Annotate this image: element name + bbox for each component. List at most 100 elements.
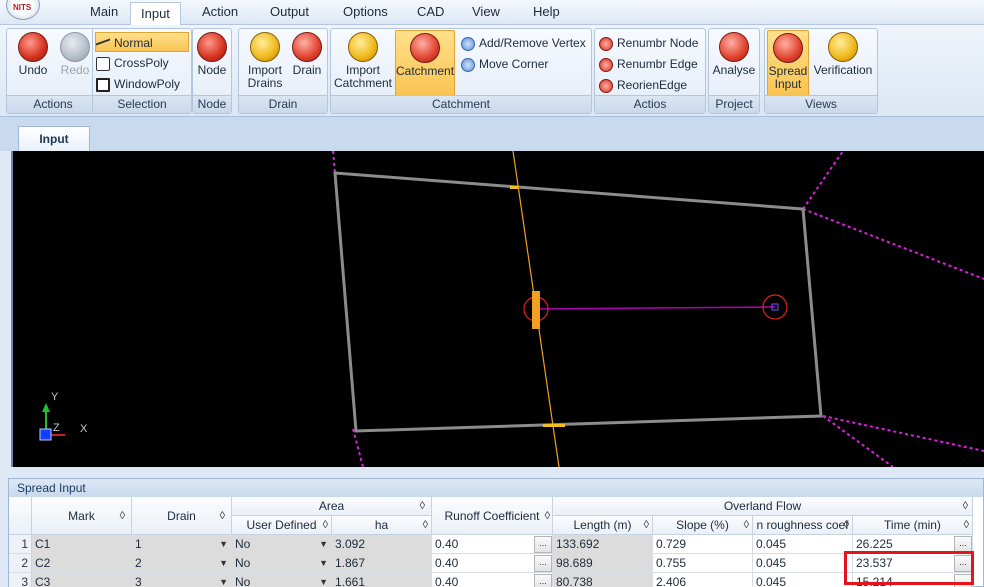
menu-view[interactable]: View <box>470 4 502 19</box>
reorien-edge-button[interactable]: ReorienEdge <box>599 75 687 95</box>
sort-icon[interactable]: ◊ <box>644 516 649 534</box>
sort-icon[interactable]: ◊ <box>545 497 550 535</box>
redo-button[interactable]: Redo <box>55 32 95 77</box>
sort-icon[interactable]: ◊ <box>120 497 125 535</box>
sort-icon[interactable]: ◊ <box>423 516 428 534</box>
header-slope[interactable]: Slope (%) ◊ <box>653 516 753 535</box>
cell-roughness[interactable]: 0.045 <box>753 535 853 554</box>
menu-action[interactable]: Action <box>200 4 240 19</box>
add-remove-vertex-label: Add/Remove Vertex <box>479 36 586 50</box>
cell-drain[interactable]: 3 ▼ <box>132 573 232 587</box>
dropdown-arrow-icon[interactable]: ▼ <box>319 535 328 553</box>
dropdown-arrow-icon[interactable]: ▼ <box>219 535 228 553</box>
node-button[interactable]: Node <box>195 32 229 77</box>
header-roughness[interactable]: n roughness coef ◊ <box>753 516 853 535</box>
tab-input[interactable]: Input <box>18 126 90 151</box>
cell-ha[interactable]: 1.661 <box>332 573 432 587</box>
drain-label: Drain <box>292 63 322 77</box>
cell-mark[interactable]: C1 <box>32 535 132 554</box>
cell-length[interactable]: 98.689 <box>553 554 653 573</box>
move-corner-button[interactable]: Move Corner <box>461 54 548 74</box>
dropdown-arrow-icon[interactable]: ▼ <box>219 573 228 587</box>
analyse-button[interactable]: Analyse <box>711 32 757 77</box>
cad-canvas[interactable]: Y Z X <box>13 151 984 467</box>
redo-label: Redo <box>60 63 90 77</box>
catchment-polygon[interactable] <box>333 171 823 433</box>
import-drains-button[interactable]: Import Drains <box>243 32 287 90</box>
header-mark[interactable]: Mark ◊ <box>32 497 132 535</box>
catchment-icon <box>410 33 440 63</box>
drain-marker-bottom <box>543 424 565 427</box>
cell-ha[interactable]: 3.092 <box>332 535 432 554</box>
ellipsis-button[interactable]: ... <box>534 555 552 572</box>
cell-roughness[interactable]: 0.045 <box>753 573 853 587</box>
header-length[interactable]: Length (m) ◊ <box>553 516 653 535</box>
undo-icon <box>18 32 48 62</box>
sort-icon[interactable]: ◊ <box>744 516 749 534</box>
ellipsis-button[interactable]: ... <box>534 536 552 553</box>
menu-input[interactable]: Input <box>130 2 181 25</box>
sort-icon[interactable]: ◊ <box>220 497 225 535</box>
cell-slope[interactable]: 0.755 <box>653 554 753 573</box>
node-label: Node <box>197 63 227 77</box>
renumbr-edge-button[interactable]: Renumbr Edge <box>599 54 698 74</box>
cell-user-defined[interactable]: No ▼ <box>232 573 332 587</box>
dropdown-arrow-icon[interactable]: ▼ <box>319 573 328 587</box>
group-label-actions: Actions <box>7 95 99 113</box>
cell-user-defined[interactable]: No ▼ <box>232 535 332 554</box>
menu-main[interactable]: Main <box>88 4 120 19</box>
outlet-drain-segment <box>532 291 540 329</box>
sort-icon[interactable]: ◊ <box>844 516 849 534</box>
menu-output[interactable]: Output <box>268 4 311 19</box>
cell-mark[interactable]: C3 <box>32 573 132 587</box>
header-overland-flow[interactable]: Overland Flow ◊ <box>553 497 973 516</box>
cell-roughness[interactable]: 0.045 <box>753 554 853 573</box>
cell-runoff[interactable]: 0.40... <box>432 554 553 573</box>
cell-runoff[interactable]: 0.40... <box>432 535 553 554</box>
header-time[interactable]: Time (min) ◊ <box>853 516 973 535</box>
dropdown-arrow-icon[interactable]: ▼ <box>219 554 228 572</box>
cell-slope[interactable]: 2.406 <box>653 573 753 587</box>
undo-button[interactable]: Undo <box>13 32 53 77</box>
cell-runoff[interactable]: 0.40... <box>432 573 553 587</box>
header-user-defined[interactable]: User Defined ◊ <box>232 516 332 535</box>
app-logo[interactable]: NITS <box>6 0 40 20</box>
catchment-button[interactable]: Catchment <box>395 30 455 96</box>
renumbr-node-button[interactable]: Renumbr Node <box>599 33 698 53</box>
sort-icon[interactable]: ◊ <box>420 497 425 515</box>
menu-options[interactable]: Options <box>341 4 390 19</box>
drain-button[interactable]: Drain <box>289 32 325 77</box>
cell-length[interactable]: 133.692 <box>553 535 653 554</box>
header-area[interactable]: Area ◊ <box>232 497 432 516</box>
add-remove-vertex-button[interactable]: Add/Remove Vertex <box>461 33 586 53</box>
header-ha[interactable]: ha ◊ <box>332 516 432 535</box>
windowpoly-button[interactable]: WindowPoly <box>96 74 180 94</box>
overland-flow-line[interactable] <box>535 306 776 310</box>
sort-icon[interactable]: ◊ <box>323 516 328 534</box>
cell-length[interactable]: 80.738 <box>553 573 653 587</box>
ellipsis-button[interactable]: ... <box>534 574 552 587</box>
cell-user-defined[interactable]: No ▼ <box>232 554 332 573</box>
import-catchment-button[interactable]: Import Catchment <box>333 32 393 90</box>
sort-icon[interactable]: ◊ <box>963 497 968 515</box>
cell-mark[interactable]: C2 <box>32 554 132 573</box>
menu-cad[interactable]: CAD <box>415 4 446 19</box>
header-overland-flow-label: Overland Flow <box>723 499 802 513</box>
sort-icon[interactable]: ◊ <box>964 516 969 534</box>
verification-button[interactable]: Verification <box>811 32 875 77</box>
cad-viewport[interactable]: Y Z X <box>11 151 984 467</box>
cell-slope[interactable]: 0.729 <box>653 535 753 554</box>
normal-select-button[interactable]: Normal <box>95 32 189 52</box>
spread-input-button[interactable]: Spread Input <box>767 30 809 96</box>
cell-drain[interactable]: 1 ▼ <box>132 535 232 554</box>
cell-ha[interactable]: 1.867 <box>332 554 432 573</box>
header-runoff-coefficient[interactable]: Runoff Coefficient ◊ <box>432 497 553 535</box>
menu-help[interactable]: Help <box>531 4 562 19</box>
group-label-drain: Drain <box>239 95 327 113</box>
header-drain[interactable]: Drain ◊ <box>132 497 232 535</box>
cell-drain[interactable]: 2 ▼ <box>132 554 232 573</box>
crosspoly-button[interactable]: CrossPoly <box>96 53 169 73</box>
spread-grid[interactable]: Mark ◊ Drain ◊ Area ◊ User Defined ◊ ha ◊ Run… <box>9 497 984 587</box>
group-label-catchment: Catchment <box>331 95 591 113</box>
dropdown-arrow-icon[interactable]: ▼ <box>319 554 328 572</box>
